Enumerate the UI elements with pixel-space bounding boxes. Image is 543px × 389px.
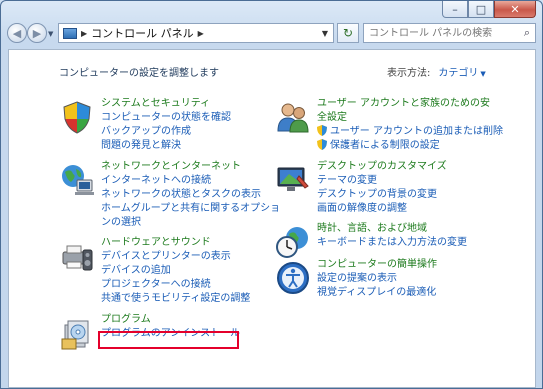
back-arrow-icon: ◀ bbox=[12, 26, 22, 40]
breadcrumb-control-panel[interactable]: コントロール パネル bbox=[91, 25, 194, 41]
category-title[interactable]: ユーザー アカウントと家族のための安全設定 bbox=[317, 97, 497, 125]
view-by-dropdown[interactable]: カテゴリ bbox=[438, 68, 478, 79]
category-title[interactable]: システムとセキュリティ bbox=[101, 97, 281, 111]
search-input[interactable] bbox=[364, 26, 519, 40]
category-title[interactable]: ハードウェアとサウンド bbox=[101, 236, 281, 250]
link-connect-internet[interactable]: インターネットへの接続 bbox=[101, 174, 281, 188]
category-title[interactable]: ネットワークとインターネット bbox=[101, 160, 281, 174]
category-title[interactable]: 時計、言語、および地域 bbox=[317, 222, 497, 236]
link-text: ユーザー アカウントの追加または削除 bbox=[330, 126, 503, 137]
page-title: コンピューターの設定を調整します bbox=[59, 68, 219, 79]
chevron-right-icon[interactable]: ▶ bbox=[198, 29, 204, 38]
uac-shield-icon bbox=[317, 139, 327, 150]
link-network-status[interactable]: ネットワークの状態とタスクの表示 bbox=[101, 188, 281, 202]
link-check-computer-status[interactable]: コンピューターの状態を確認 bbox=[101, 111, 281, 125]
uac-shield-icon bbox=[317, 125, 327, 136]
refresh-button[interactable]: ↻ bbox=[337, 23, 359, 43]
ease-of-access-icon bbox=[277, 262, 309, 294]
control-panel-icon bbox=[63, 27, 77, 39]
link-view-devices-printers[interactable]: デバイスとプリンターの表示 bbox=[101, 250, 281, 264]
window-caption-buttons: – □ ✕ bbox=[442, 1, 536, 18]
hardware-sound-icon bbox=[62, 245, 93, 271]
link-adjust-resolution[interactable]: 画面の解像度の調整 bbox=[317, 202, 497, 216]
category-title[interactable]: デスクトップのカスタマイズ bbox=[317, 160, 497, 174]
link-troubleshoot[interactable]: 問題の発見と解決 bbox=[101, 139, 281, 153]
main-content-pane: コンピューターの設定を調整します 表示方法: カテゴリ ▼ システムとセキュリティ … bbox=[8, 49, 536, 388]
link-optimize-visual-display[interactable]: 視覚ディスプレイの最適化 bbox=[317, 286, 497, 300]
link-change-background[interactable]: デスクトップの背景の変更 bbox=[317, 188, 497, 202]
network-icon bbox=[62, 165, 94, 195]
link-change-keyboard[interactable]: キーボードまたは入力方法の変更 bbox=[317, 236, 497, 250]
close-button[interactable]: ✕ bbox=[494, 1, 536, 18]
link-mobility-settings[interactable]: 共通で使うモビリティ設定の調整 bbox=[101, 292, 281, 306]
category-title[interactable]: プログラム bbox=[101, 313, 281, 327]
chevron-down-icon[interactable]: ▼ bbox=[480, 70, 485, 78]
search-icon[interactable]: ⌕ bbox=[519, 26, 535, 40]
link-create-backup[interactable]: バックアップの作成 bbox=[101, 125, 281, 139]
control-panel-window: – □ ✕ ◀ ▶ ▼ ▶ コントロール パネル ▶ ▼ ↻ ⌕ コンピューター… bbox=[0, 0, 543, 389]
link-text: 保護者による制限の設定 bbox=[330, 140, 440, 151]
system-security-icon bbox=[63, 101, 91, 134]
link-add-remove-user[interactable]: ユーザー アカウントの追加または削除 bbox=[317, 125, 517, 139]
link-add-device[interactable]: デバイスの追加 bbox=[101, 264, 281, 278]
forward-arrow-icon: ▶ bbox=[32, 26, 42, 40]
forward-button[interactable]: ▶ bbox=[27, 23, 47, 43]
view-by-label: 表示方法: bbox=[387, 68, 431, 79]
highlight-box bbox=[98, 331, 239, 349]
search-box[interactable]: ⌕ bbox=[363, 23, 536, 43]
address-bar[interactable]: ▶ コントロール パネル ▶ ▼ bbox=[58, 23, 334, 43]
programs-icon bbox=[61, 320, 89, 350]
link-connect-projector[interactable]: プロジェクターへの接続 bbox=[101, 278, 281, 292]
link-suggested-settings[interactable]: 設定の提案の表示 bbox=[317, 272, 497, 286]
refresh-icon: ↻ bbox=[342, 26, 354, 40]
back-button[interactable]: ◀ bbox=[7, 23, 27, 43]
recent-pages-dropdown[interactable]: ▼ bbox=[48, 30, 53, 38]
desktop-icon bbox=[277, 167, 309, 191]
chevron-right-icon[interactable]: ▶ bbox=[81, 29, 87, 38]
category-title[interactable]: コンピューターの簡単操作 bbox=[317, 258, 497, 272]
link-change-theme[interactable]: テーマの変更 bbox=[317, 174, 497, 188]
minimize-button[interactable]: – bbox=[442, 1, 468, 18]
link-homegroup-options[interactable]: ホームグループと共有に関するオプションの選択 bbox=[101, 202, 281, 230]
address-dropdown-icon[interactable]: ▼ bbox=[322, 29, 328, 38]
user-accounts-icon bbox=[277, 103, 309, 133]
maximize-button[interactable]: □ bbox=[468, 1, 494, 18]
navigation-toolbar: ◀ ▶ ▼ ▶ コントロール パネル ▶ ▼ ↻ ⌕ bbox=[1, 21, 542, 47]
link-parental-controls[interactable]: 保護者による制限の設定 bbox=[317, 139, 517, 153]
view-by-control: 表示方法: カテゴリ ▼ bbox=[387, 64, 486, 79]
clock-globe-icon bbox=[276, 227, 308, 258]
